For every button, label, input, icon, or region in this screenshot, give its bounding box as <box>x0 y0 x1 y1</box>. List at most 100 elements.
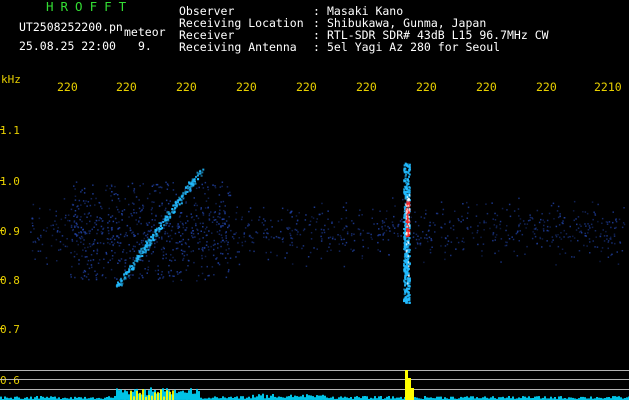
noise-dot <box>222 239 224 242</box>
noise-dot <box>328 246 330 248</box>
noise-dot <box>509 215 512 218</box>
noise-dot <box>161 271 163 273</box>
noise-dot <box>290 210 292 213</box>
noise-dot <box>313 247 315 249</box>
noise-dot <box>146 236 149 239</box>
noise-dot <box>112 220 115 223</box>
noise-dot <box>587 229 590 231</box>
noise-dot <box>77 243 79 246</box>
noise-dot <box>621 226 624 229</box>
noise-dot <box>383 221 386 224</box>
noise-dot <box>132 259 134 261</box>
noise-dot <box>499 223 501 226</box>
noise-dot <box>59 231 61 233</box>
noise-dot <box>202 222 204 225</box>
noise-dot <box>225 237 227 239</box>
noise-dot <box>216 221 218 223</box>
noise-dot <box>79 218 81 221</box>
noise-dot <box>330 249 332 251</box>
noise-dot <box>93 226 95 228</box>
noise-dot <box>187 220 189 222</box>
noise-dot <box>218 213 220 215</box>
noise-dot <box>73 215 75 217</box>
noise-dot <box>252 237 254 239</box>
noise-dot <box>208 230 210 232</box>
noise-dot <box>96 273 99 275</box>
noise-dot <box>429 248 432 251</box>
noise-dot <box>147 269 149 271</box>
noise-dot <box>122 249 125 251</box>
noise-dot <box>512 238 515 241</box>
noise-dot <box>370 236 372 239</box>
noise-dot <box>346 231 349 233</box>
noise-dot <box>103 258 105 260</box>
noise-dot <box>583 244 585 247</box>
noise-dot <box>89 230 91 232</box>
spectrum-bar <box>374 396 376 400</box>
y-tick-mark <box>0 230 4 231</box>
noise-dot <box>125 232 127 234</box>
noise-dot <box>249 234 251 237</box>
noise-dot <box>373 223 375 225</box>
noise-dot <box>82 243 85 245</box>
noise-dot <box>249 207 252 209</box>
echo-hot-dot <box>406 231 408 234</box>
noise-dot <box>388 254 390 256</box>
trail-dot <box>120 279 123 282</box>
noise-dot <box>392 197 394 199</box>
noise-dot <box>182 224 184 226</box>
noise-dot <box>280 230 282 233</box>
echo-dot <box>408 237 411 240</box>
trail-dot <box>127 274 130 277</box>
noise-dot <box>105 253 108 255</box>
noise-dot <box>394 227 396 229</box>
noise-dot <box>315 228 317 231</box>
echo-dot <box>406 266 409 269</box>
noise-dot <box>190 250 192 253</box>
noise-dot <box>362 239 364 241</box>
noise-dot <box>166 183 169 185</box>
noise-dot <box>197 242 199 244</box>
noise-dot <box>247 223 250 225</box>
noise-dot <box>445 237 447 240</box>
noise-dot <box>91 228 93 231</box>
noise-dot <box>60 218 63 221</box>
noise-dot <box>201 248 203 250</box>
echo-dot <box>403 300 406 302</box>
noise-dot <box>342 229 344 231</box>
noise-dot <box>115 222 118 224</box>
noise-dot <box>379 210 381 212</box>
trail-dot <box>155 233 158 236</box>
echo-hot-dot <box>408 274 410 277</box>
noise-dot <box>172 280 174 283</box>
echo-dot <box>406 178 409 181</box>
noise-dot <box>82 249 84 251</box>
noise-dot <box>162 246 165 249</box>
noise-dot <box>577 239 579 242</box>
echo-hot-dot <box>408 207 411 210</box>
trail-dot <box>146 242 149 245</box>
noise-dot <box>535 227 537 229</box>
noise-dot <box>98 259 101 261</box>
noise-dot <box>163 227 165 229</box>
noise-dot <box>193 197 195 199</box>
noise-dot <box>605 230 607 233</box>
noise-dot <box>169 234 172 237</box>
spectrum-bar <box>270 395 272 400</box>
noise-dot <box>192 250 194 252</box>
noise-dot <box>111 250 113 252</box>
echo-dot <box>403 248 406 251</box>
noise-dot <box>192 230 194 232</box>
noise-dot <box>193 204 196 207</box>
noise-dot <box>191 235 193 237</box>
trail-dot <box>190 182 193 185</box>
noise-dot <box>135 212 138 214</box>
noise-dot <box>608 221 611 223</box>
noise-dot <box>109 238 112 240</box>
noise-dot <box>37 250 40 252</box>
noise-dot <box>194 202 197 205</box>
noise-dot <box>564 252 567 254</box>
noise-dot <box>387 225 389 228</box>
noise-dot <box>148 247 151 249</box>
noise-dot <box>138 220 140 222</box>
